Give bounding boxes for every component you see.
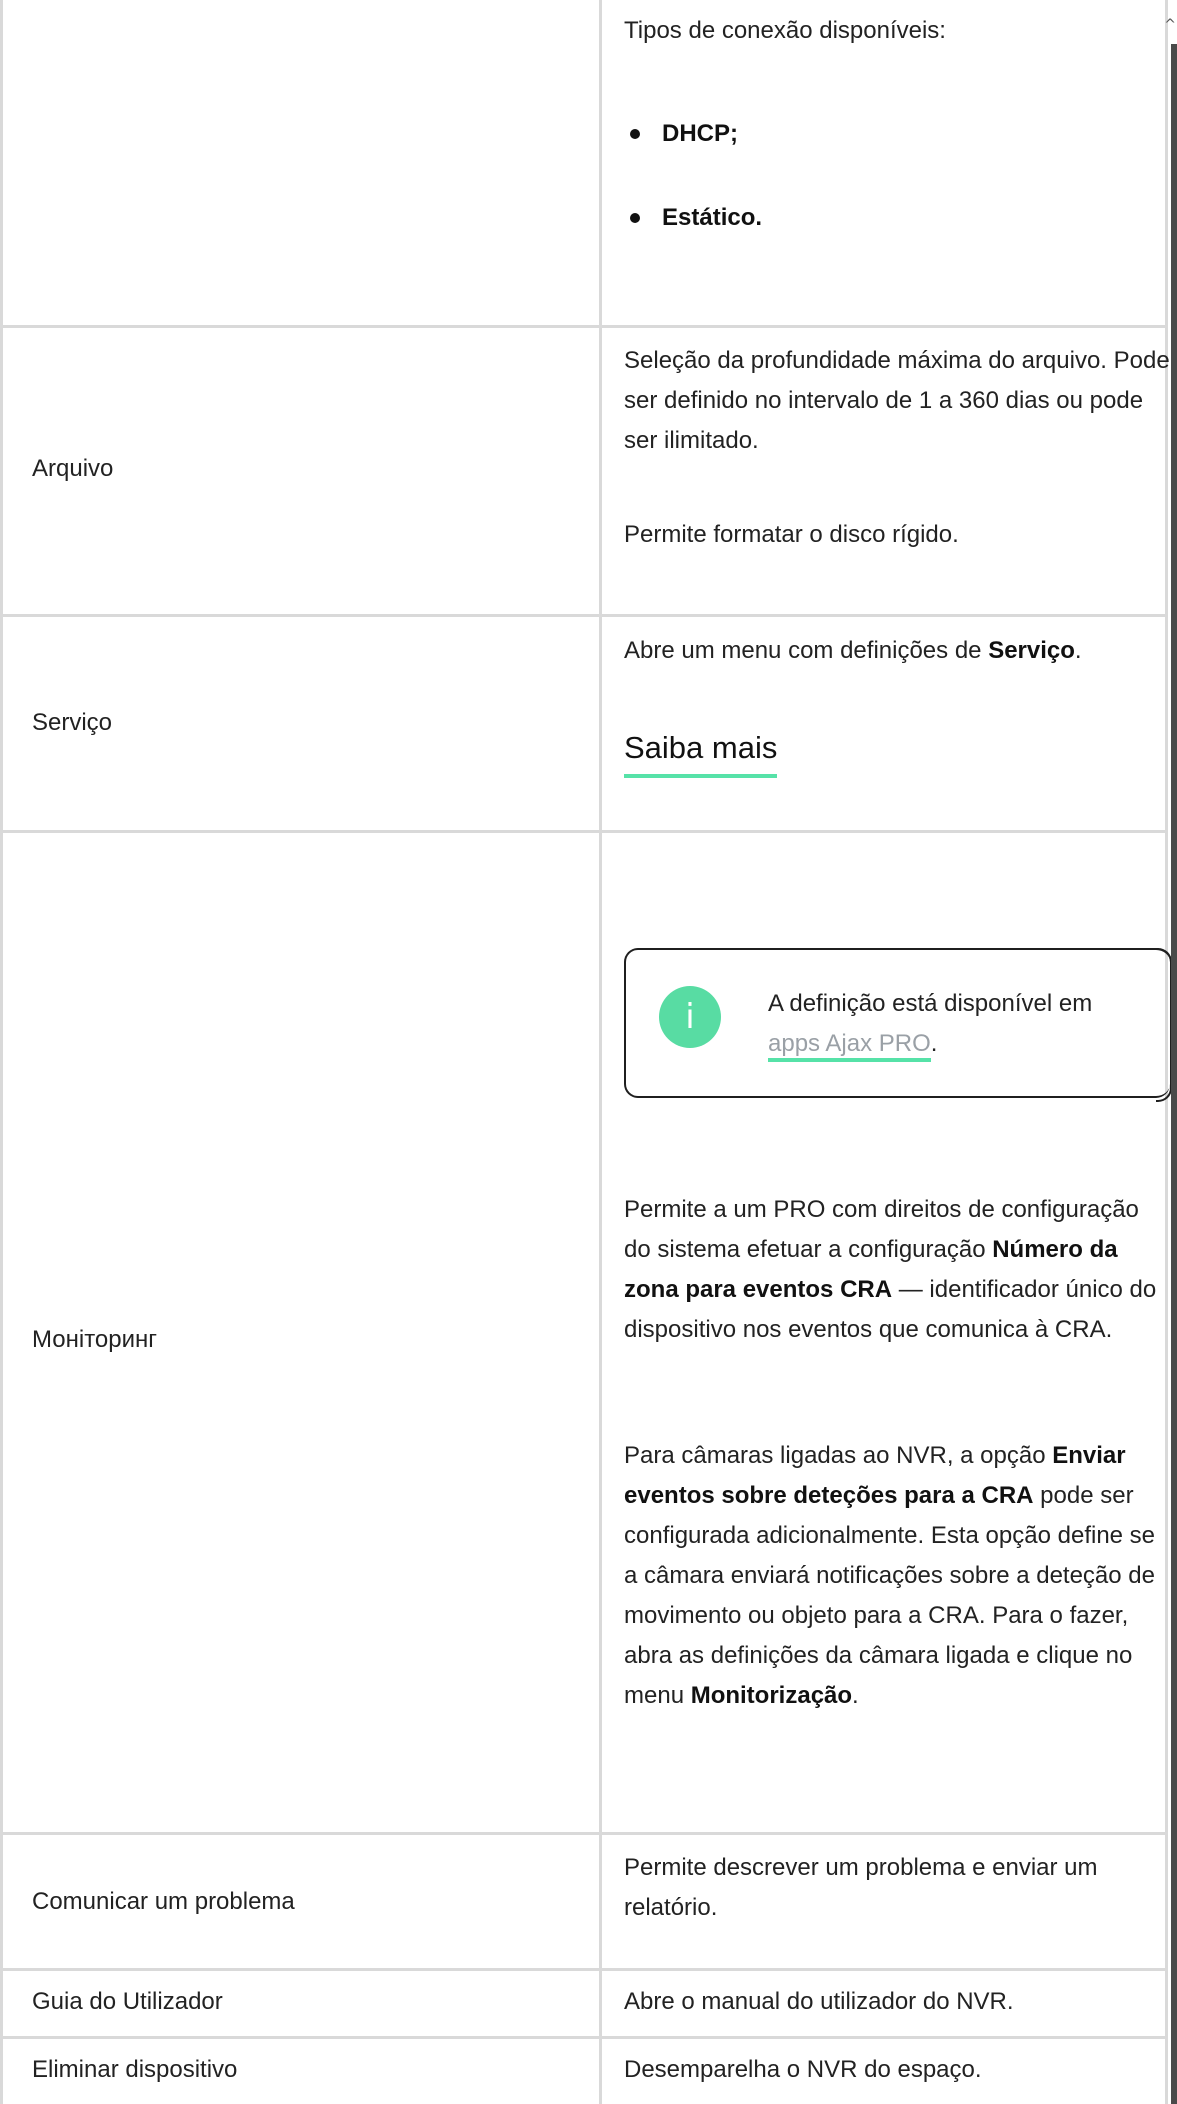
row-divider bbox=[0, 2036, 1168, 2039]
monitoring-zone-description: Permite a um PRO com direitos de configu… bbox=[624, 1190, 1170, 1350]
bullet-item-dhcp: DHCP; bbox=[630, 114, 738, 154]
archive-format-note: Permite formatar o disco rígido. bbox=[624, 521, 959, 548]
row-divider bbox=[0, 1968, 1168, 1971]
monitoring-p2-middle: pode ser configurada adicionalmente. Est… bbox=[624, 1482, 1156, 1709]
info-icon: i bbox=[659, 986, 721, 1048]
row-divider bbox=[0, 614, 1168, 617]
service-desc-bold: Serviço bbox=[988, 637, 1075, 664]
info-text-prefix: A definição está disponível em bbox=[768, 990, 1093, 1017]
row-divider bbox=[0, 325, 1168, 328]
info-callout-text: A definição está disponível em apps Ajax… bbox=[768, 984, 1148, 1064]
ajax-pro-apps-link[interactable]: apps Ajax PRO bbox=[768, 1030, 931, 1062]
table-left-border bbox=[0, 0, 3, 2104]
bullet-dot-icon bbox=[630, 213, 640, 223]
monitoring-camera-description: Para câmaras ligadas ao NVR, a opção Env… bbox=[624, 1436, 1170, 1716]
learn-more-link[interactable]: Saiba mais bbox=[624, 726, 778, 778]
bullet-label: DHCP; bbox=[662, 120, 738, 147]
delete-device-description: Desemparelha o NVR do espaço. bbox=[624, 2056, 982, 2083]
row-divider bbox=[0, 830, 1168, 833]
row-label-report-problem: Comunicar um problema bbox=[32, 1888, 295, 1915]
bullet-dot-icon bbox=[630, 129, 640, 139]
table-column-divider bbox=[599, 0, 602, 2104]
scrollbar[interactable] bbox=[1171, 44, 1177, 2104]
connection-types-intro: Tipos de conexão disponíveis: bbox=[624, 17, 946, 44]
monitoring-p2-bold2: Monitorização bbox=[690, 1682, 853, 1709]
info-callout: i A definição está disponível em apps Aj… bbox=[624, 948, 1172, 1102]
row-label-user-guide: Guia do Utilizador bbox=[32, 1988, 223, 2015]
monitoring-p2-suffix: . bbox=[852, 1682, 859, 1709]
row-label-delete-device: Eliminar dispositivo bbox=[32, 2056, 238, 2083]
info-text-suffix: . bbox=[930, 1030, 938, 1057]
settings-table: Tipos de conexão disponíveis: DHCP; Está… bbox=[0, 0, 1177, 2104]
bullet-item-static: Estático. bbox=[630, 198, 762, 238]
row-label-service: Serviço bbox=[32, 709, 113, 736]
row-label-archive: Arquivo bbox=[32, 455, 114, 482]
report-problem-description: Permite descrever um problema e enviar u… bbox=[624, 1854, 1098, 1921]
scroll-up-arrow-icon[interactable]: ^ bbox=[1164, 18, 1176, 32]
user-guide-description: Abre o manual do utilizador do NVR. bbox=[624, 1988, 1014, 2015]
service-desc-suffix: . bbox=[1074, 637, 1082, 664]
row-label-monitoring: Моніторинг bbox=[32, 1326, 158, 1353]
bullet-label: Estático. bbox=[662, 204, 763, 231]
row-divider bbox=[0, 1832, 1168, 1835]
service-description: Abre um menu com definições de Serviço. bbox=[624, 631, 1170, 671]
monitoring-p2-prefix: Para câmaras ligadas ao NVR, a opção bbox=[624, 1442, 1053, 1469]
archive-description: Seleção da profundidade máxima do arquiv… bbox=[624, 347, 1170, 454]
service-desc-prefix: Abre um menu com definições de bbox=[624, 637, 989, 664]
